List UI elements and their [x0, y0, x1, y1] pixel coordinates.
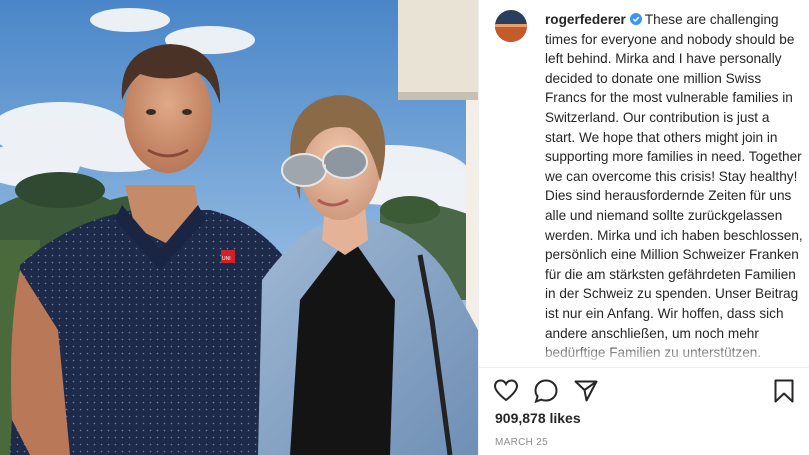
avatar-image	[495, 10, 527, 42]
divider	[479, 367, 809, 368]
post-photo[interactable]: UNI	[0, 0, 478, 455]
profile-avatar[interactable]	[495, 10, 527, 42]
caption-text: These are challenging times for everyone…	[545, 12, 803, 360]
bookmark-icon[interactable]	[771, 378, 797, 404]
username[interactable]: rogerfederer	[545, 12, 626, 27]
likes-count[interactable]: 909,878 likes	[495, 410, 581, 426]
caption-fade	[545, 342, 803, 362]
photo-illustration: UNI	[0, 0, 478, 455]
verified-badge-icon	[629, 13, 642, 25]
paper-plane-icon[interactable]	[573, 378, 599, 404]
action-bar	[493, 378, 599, 404]
post-panel: rogerfederer These are challenging times …	[478, 0, 809, 455]
caption: rogerfederer These are challenging times …	[545, 10, 803, 362]
heart-icon[interactable]	[493, 378, 519, 404]
post-date[interactable]: MARCH 25	[495, 437, 548, 448]
caption-area: rogerfederer These are challenging times …	[545, 10, 803, 362]
instagram-post: UNI rogerfederer These are challenging t…	[0, 0, 809, 455]
shirt-logo: UNI	[222, 256, 231, 262]
comment-bubble-icon[interactable]	[533, 378, 559, 404]
